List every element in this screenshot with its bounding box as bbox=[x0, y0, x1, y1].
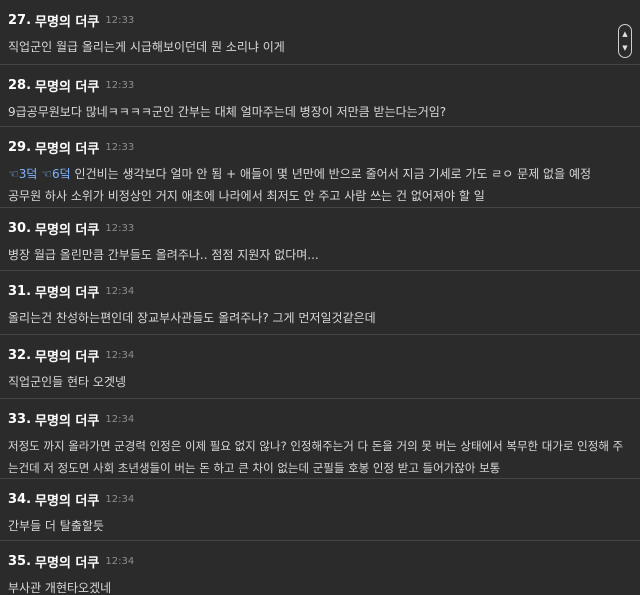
comment-time: 12:34 bbox=[105, 493, 135, 505]
comment-time: 12:33 bbox=[105, 222, 135, 234]
comment-author[interactable]: 무명의 더쿠 bbox=[35, 346, 99, 365]
comment-text-line: 공무원 하사 소위가 비정상인 거지 애초에 나라에서 최저도 안 주고 사람 … bbox=[8, 189, 485, 203]
comment-text-line: 부사관 개현타오겠네 bbox=[8, 581, 112, 595]
comment-author[interactable]: 무명의 더쿠 bbox=[35, 11, 99, 30]
comment-text-line: 9급공무원보다 많네ㅋㅋㅋㅋ군인 간부는 대체 얼마주는데 병장이 저만큼 받는… bbox=[8, 105, 447, 119]
comment-header: 28. 무명의 더쿠 12:33 bbox=[8, 75, 134, 95]
comment-time: 12:33 bbox=[105, 79, 135, 91]
comment-time: 12:34 bbox=[105, 285, 135, 297]
comment-time: 12:34 bbox=[105, 555, 135, 567]
comment-author[interactable]: 무명의 더쿠 bbox=[35, 282, 99, 301]
comment-29: 29. 무명의 더쿠 12:33 ☜3덬 ☜6덬 인건비는 생각보다 얼마 안 … bbox=[0, 126, 640, 207]
comment-time: 12:34 bbox=[105, 349, 135, 361]
comment-header: 32. 무명의 더쿠 12:34 bbox=[8, 345, 134, 365]
comment-time: 12:34 bbox=[105, 413, 135, 425]
comment-header: 29. 무명의 더쿠 12:33 bbox=[8, 137, 134, 157]
scrollbar-thumb[interactable]: ▲ ▼ bbox=[618, 24, 632, 58]
comment-author[interactable]: 무명의 더쿠 bbox=[35, 552, 99, 571]
comment-33: 33. 무명의 더쿠 12:34 저정도 까지 올라가면 군경력 인정은 이제 … bbox=[0, 398, 640, 478]
comment-body: 병장 월급 올린만큼 간부들도 올려주나.. 점점 지원자 없다며... bbox=[8, 244, 632, 266]
chevron-down-icon[interactable]: ▼ bbox=[619, 44, 631, 52]
comment-number: 32. bbox=[8, 347, 32, 363]
comment-number: 33. bbox=[8, 411, 32, 427]
comment-number: 29. bbox=[8, 139, 32, 155]
comment-number: 27. bbox=[8, 12, 32, 28]
comment-author[interactable]: 무명의 더쿠 bbox=[35, 219, 99, 238]
comment-text-line: 는건데 저 정도면 사회 초년생들이 버는 돈 하고 큰 차이 없는데 군필들 … bbox=[8, 461, 501, 475]
comment-number: 30. bbox=[8, 220, 32, 236]
comment-body: 간부들 더 탈출할듯 bbox=[8, 515, 632, 537]
comment-text-line: 직업군인 월급 올리는게 시급해보이던데 뭔 소리냐 이게 bbox=[8, 40, 285, 54]
reply-anchor-link[interactable]: ☜6덬 bbox=[41, 167, 70, 181]
comment-number: 35. bbox=[8, 553, 32, 569]
comment-body: ☜3덬 ☜6덬 인건비는 생각보다 얼마 안 됨 + 애들이 몇 년만에 반으로… bbox=[8, 163, 632, 207]
comment-text-line: 직업군인들 현타 오겟넹 bbox=[8, 375, 127, 389]
comment-text-line: 병장 월급 올린만큼 간부들도 올려주나.. 점점 지원자 없다며... bbox=[8, 248, 319, 262]
comment-27: 27. 무명의 더쿠 12:33 직업군인 월급 올리는게 시급해보이던데 뭔 … bbox=[0, 0, 640, 64]
comment-body: 직업군인 월급 올리는게 시급해보이던데 뭔 소리냐 이게 bbox=[8, 36, 632, 58]
comment-header: 31. 무명의 더쿠 12:34 bbox=[8, 281, 134, 301]
comment-31: 31. 무명의 더쿠 12:34 올리는건 찬성하는편인데 장교부사관들도 올려… bbox=[0, 270, 640, 334]
comment-28: 28. 무명의 더쿠 12:33 9급공무원보다 많네ㅋㅋㅋㅋ군인 간부는 대체… bbox=[0, 64, 640, 126]
chevron-up-icon[interactable]: ▲ bbox=[619, 30, 631, 38]
comment-body: 저정도 까지 올라가면 군경력 인정은 이제 필요 없지 않나? 인정해주는거 … bbox=[8, 435, 632, 479]
comment-author[interactable]: 무명의 더쿠 bbox=[35, 138, 99, 157]
comment-header: 34. 무명의 더쿠 12:34 bbox=[8, 489, 134, 509]
comment-text-line: ☜3덬 ☜6덬 인건비는 생각보다 얼마 안 됨 + 애들이 몇 년만에 반으로… bbox=[8, 163, 632, 185]
comment-text-line: 간부들 더 탈출할듯 bbox=[8, 519, 104, 533]
comment-body: 직업군인들 현타 오겟넹 bbox=[8, 371, 632, 393]
comment-35: 35. 무명의 더쿠 12:34 부사관 개현타오겠네 bbox=[0, 540, 640, 595]
comment-text-line: 저정도 까지 올라가면 군경력 인정은 이제 필요 없지 않나? 인정해주는거 … bbox=[8, 439, 624, 453]
comment-text: 인건비는 생각보다 얼마 안 됨 + 애들이 몇 년만에 반으로 줄어서 지금 … bbox=[74, 167, 592, 181]
comment-header: 33. 무명의 더쿠 12:34 bbox=[8, 409, 134, 429]
comment-body: 9급공무원보다 많네ㅋㅋㅋㅋ군인 간부는 대체 얼마주는데 병장이 저만큼 받는… bbox=[8, 101, 632, 123]
comment-header: 35. 무명의 더쿠 12:34 bbox=[8, 551, 134, 571]
comment-author[interactable]: 무명의 더쿠 bbox=[35, 76, 99, 95]
comment-34: 34. 무명의 더쿠 12:34 간부들 더 탈출할듯 bbox=[0, 478, 640, 540]
reply-anchor-link[interactable]: ☜3덬 bbox=[8, 167, 37, 181]
comment-text-line: 올리는건 찬성하는편인데 장교부사관들도 올려주나? 그게 먼저일것같은데 bbox=[8, 311, 376, 325]
comment-time: 12:33 bbox=[105, 141, 135, 153]
comment-30: 30. 무명의 더쿠 12:33 병장 월급 올린만큼 간부들도 올려주나.. … bbox=[0, 207, 640, 270]
comment-thread: 27. 무명의 더쿠 12:33 직업군인 월급 올리는게 시급해보이던데 뭔 … bbox=[0, 0, 640, 595]
comment-header: 30. 무명의 더쿠 12:33 bbox=[8, 218, 134, 238]
comment-author[interactable]: 무명의 더쿠 bbox=[35, 490, 99, 509]
comment-body: 부사관 개현타오겠네 bbox=[8, 577, 632, 595]
comment-author[interactable]: 무명의 더쿠 bbox=[35, 410, 99, 429]
comment-header: 27. 무명의 더쿠 12:33 bbox=[8, 10, 134, 30]
comment-time: 12:33 bbox=[105, 14, 135, 26]
comment-number: 31. bbox=[8, 283, 32, 299]
comment-number: 28. bbox=[8, 77, 32, 93]
comment-body: 올리는건 찬성하는편인데 장교부사관들도 올려주나? 그게 먼저일것같은데 bbox=[8, 307, 632, 329]
comment-number: 34. bbox=[8, 491, 32, 507]
comment-32: 32. 무명의 더쿠 12:34 직업군인들 현타 오겟넹 bbox=[0, 334, 640, 398]
